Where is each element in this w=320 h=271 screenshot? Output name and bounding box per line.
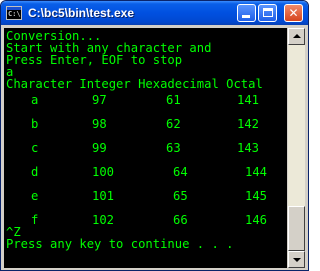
console-app-icon[interactable]: C:\: [6, 6, 22, 20]
maximize-button[interactable]: [258, 4, 277, 22]
row-char: d: [31, 165, 39, 179]
minimize-icon: [242, 15, 250, 18]
row-hex: 65: [173, 189, 188, 203]
close-icon: ✕: [288, 6, 299, 20]
row-int: 98: [92, 117, 107, 131]
row-char: e: [31, 189, 39, 203]
console-window: C:\ C:\bc5\bin\test.exe ✕ Conversion... …: [0, 0, 309, 271]
table-header: Character Integer Hexadecimal Octal: [6, 77, 263, 91]
scroll-down-arrow-icon: [293, 258, 301, 262]
row-hex: 62: [166, 117, 181, 131]
window-title: C:\bc5\bin\test.exe: [28, 6, 135, 20]
row-hex: 61: [166, 93, 181, 107]
scroll-up-button[interactable]: [288, 28, 305, 45]
vertical-scrollbar[interactable]: [288, 28, 305, 268]
scroll-thumb[interactable]: [288, 206, 305, 251]
row-int: 102: [92, 213, 115, 227]
row-oct: 144: [245, 165, 268, 179]
scroll-up-arrow-icon: [293, 34, 301, 38]
row-int: 99: [92, 141, 107, 155]
row-hex: 63: [166, 141, 181, 155]
row-char: f: [31, 213, 39, 227]
row-int: 101: [92, 189, 115, 203]
console-line-continue: Press any key to continue . . .: [6, 237, 234, 251]
row-oct: 145: [245, 189, 268, 203]
row-oct: 146: [245, 213, 268, 227]
row-hex: 64: [173, 165, 188, 179]
row-int: 100: [92, 165, 115, 179]
console-output[interactable]: Conversion... Start with any character a…: [4, 28, 287, 268]
row-char: a: [31, 93, 39, 107]
row-int: 97: [92, 93, 107, 107]
row-hex: 66: [173, 213, 188, 227]
maximize-icon: [263, 8, 273, 17]
console-line-press-enter: Press Enter, EOF to stop: [6, 53, 183, 67]
row-oct: 141: [237, 93, 260, 107]
row-char: c: [31, 141, 39, 155]
row-oct: 143: [237, 141, 260, 155]
title-bar[interactable]: C:\ C:\bc5\bin\test.exe ✕: [1, 1, 308, 25]
scroll-down-button[interactable]: [288, 251, 305, 268]
close-button[interactable]: ✕: [284, 4, 303, 22]
console-app-icon-text: C:\: [8, 10, 21, 18]
minimize-button[interactable]: [237, 4, 256, 22]
row-oct: 142: [237, 117, 260, 131]
row-char: b: [31, 117, 39, 131]
